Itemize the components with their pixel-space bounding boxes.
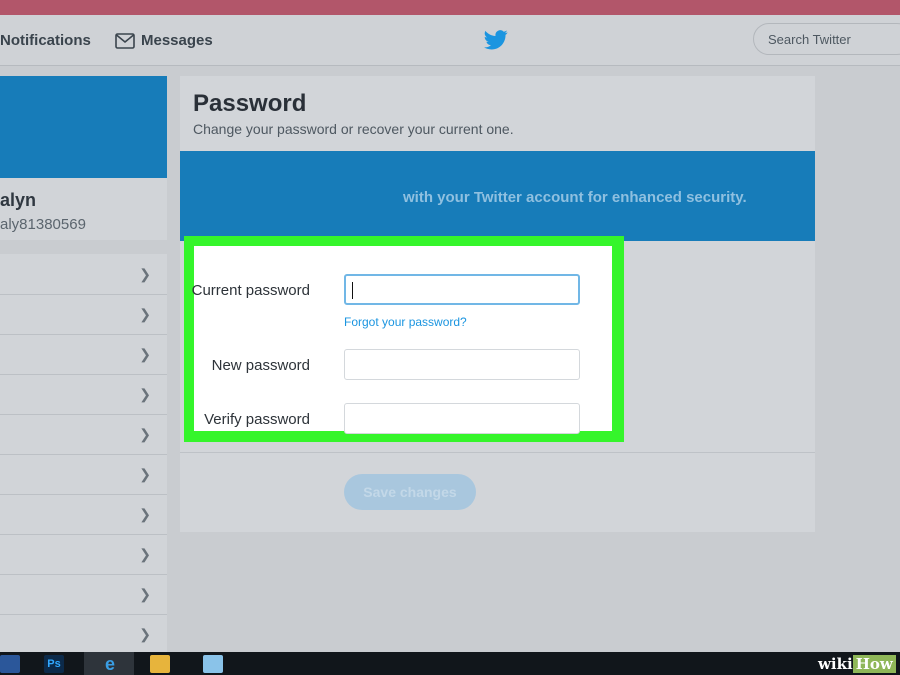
word-app-icon[interactable]: [0, 655, 20, 673]
sidebar-item[interactable]: ❯: [0, 374, 167, 415]
profile-card[interactable]: alyn aly81380569: [0, 178, 167, 240]
profile-handle: aly81380569: [0, 216, 86, 233]
divider: [180, 452, 815, 453]
envelope-icon: [115, 32, 135, 49]
chevron-right-icon: ❯: [139, 626, 151, 642]
nav-notifications[interactable]: Notifications: [0, 32, 91, 49]
nav-messages[interactable]: Messages: [115, 32, 213, 49]
nav-messages-label: Messages: [141, 32, 213, 49]
chevron-right-icon: ❯: [139, 466, 151, 482]
chevron-right-icon: ❯: [139, 506, 151, 522]
twitter-navbar: Notifications Messages Search Twitter: [0, 15, 900, 66]
sidebar-item[interactable]: ❯: [0, 574, 167, 615]
browser-top-strip: [0, 0, 900, 15]
chevron-right-icon: ❯: [139, 546, 151, 562]
sidebar-item[interactable]: ❯: [0, 334, 167, 375]
verify-password-field[interactable]: [344, 403, 580, 434]
security-banner: with your Twitter account for enhanced s…: [180, 151, 815, 241]
new-password-label: New password: [211, 357, 310, 374]
forgot-password-link[interactable]: Forgot your password?: [344, 315, 467, 329]
new-password-field[interactable]: [344, 349, 580, 380]
highlight-box: Current password Forgot your password? N…: [184, 236, 624, 442]
photoshop-app-icon[interactable]: Ps: [44, 655, 64, 673]
sidebar-item[interactable]: ❯: [0, 254, 167, 295]
verify-password-label: Verify password: [204, 411, 310, 428]
sidebar-item[interactable]: ❯: [0, 414, 167, 455]
page-subtitle: Change your password or recover your cur…: [193, 121, 514, 137]
sidebar-item[interactable]: ❯: [0, 614, 167, 655]
security-banner-text: with your Twitter account for enhanced s…: [403, 189, 747, 206]
windows-taskbar: Ps e: [0, 652, 900, 675]
page-title: Password: [193, 90, 307, 117]
search-input[interactable]: Search Twitter: [753, 23, 900, 55]
current-password-field[interactable]: [344, 274, 580, 305]
sidebar-item[interactable]: ❯: [0, 454, 167, 495]
chevron-right-icon: ❯: [139, 426, 151, 442]
save-changes-button[interactable]: Save changes: [344, 474, 476, 510]
wikihow-watermark: wiki How: [818, 655, 896, 673]
profile-name: alyn: [0, 190, 37, 210]
chevron-right-icon: ❯: [139, 346, 151, 362]
twitter-bird-icon[interactable]: [484, 29, 508, 51]
chevron-right-icon: ❯: [139, 266, 151, 282]
sidebar-item[interactable]: ❯: [0, 294, 167, 335]
edge-browser-icon[interactable]: e: [100, 655, 120, 673]
password-form: Current password Forgot your password? N…: [191, 246, 612, 434]
sidebar-item[interactable]: ❯: [0, 494, 167, 535]
chevron-right-icon: ❯: [139, 386, 151, 402]
current-password-label: Current password: [191, 282, 310, 299]
chevron-right-icon: ❯: [139, 586, 151, 602]
watermark-wiki: wiki: [818, 655, 853, 673]
watermark-how: How: [852, 655, 896, 673]
settings-sidebar: ❯ ❯ ❯ ❯ ❯ ❯ ❯ ❯ ❯ ❯: [0, 254, 167, 655]
profile-banner: [0, 76, 167, 178]
sidebar-item[interactable]: ❯: [0, 534, 167, 575]
chevron-right-icon: ❯: [139, 306, 151, 322]
eraser-app-icon[interactable]: [203, 655, 223, 673]
file-explorer-icon[interactable]: [150, 655, 170, 673]
text-caret: [352, 282, 353, 299]
